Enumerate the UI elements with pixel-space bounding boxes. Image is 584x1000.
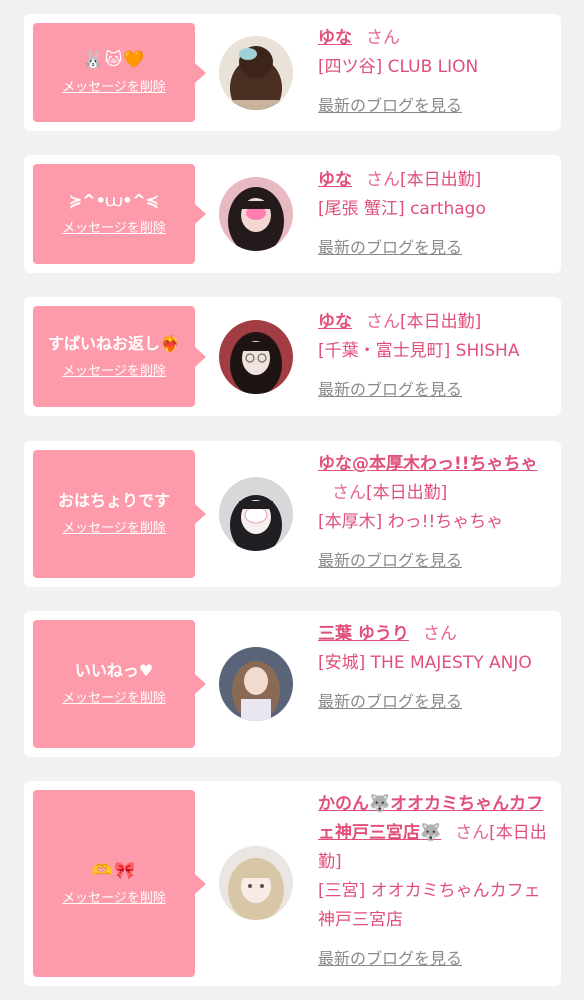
message-card: 🫶🎀 メッセージを削除 かのん🐺オオカミちゃんカフェ神戸三宮店🐺 さん[本日出勤]… [24,781,561,986]
message-text: 🫶🎀 [91,860,137,881]
girl-name-link[interactable]: ゆな [318,312,352,332]
shop-name: [安城] THE MAJESTY ANJO [318,653,532,673]
name-line: ゆな さん[本日出勤] [318,308,550,337]
name-line: かのん🐺オオカミちゃんカフェ神戸三宮店🐺 さん[本日出勤] [318,790,550,877]
girl-name-link[interactable]: ゆな [318,28,352,48]
message-bubble: すぱいねお返し❤️‍🔥 メッセージを削除 [33,306,206,407]
name-line: ゆな さん [318,24,550,53]
girl-info: ゆな さん [四ツ谷] CLUB LION 最新のブログを見る [318,24,550,121]
latest-blog-link[interactable]: 最新のブログを見る [318,233,462,262]
delete-message-link[interactable]: メッセージを削除 [62,220,166,238]
shop-name: [三宮] オオカミちゃんカフェ神戸三宮店 [318,881,541,930]
girl-name-link[interactable]: ゆな [318,170,352,190]
name-line: ゆな さん[本日出勤] [318,166,550,195]
name-line: 三葉 ゆうり さん [318,620,550,649]
avatar[interactable] [219,647,293,721]
message-card: いいねっ♥ メッセージを削除 三葉 ゆうり さん [安城] THE MAJESTY… [24,611,561,757]
avatar[interactable] [219,477,293,551]
honorific: さん [332,483,366,503]
latest-blog-link[interactable]: 最新のブログを見る [318,687,462,716]
shop-name: [千葉・富士見町] SHISHA [318,341,520,361]
message-text: ≽^•⩊•^≼ [68,191,160,210]
shop-name: [四ツ谷] CLUB LION [318,57,479,77]
avatar[interactable] [219,320,293,394]
honorific: さん [366,312,400,332]
status-badge: [本日出勤] [400,170,482,190]
message-bubble: おはちょりです メッセージを削除 [33,450,206,578]
delete-message-link[interactable]: メッセージを削除 [62,890,166,908]
girl-name-link[interactable]: 三葉 ゆうり [318,624,409,644]
message-card: おはちょりです メッセージを削除 ゆな@本厚木わっ!!ちゃちゃさん[本日出勤] … [24,441,561,587]
girl-info: 三葉 ゆうり さん [安城] THE MAJESTY ANJO 最新のブログを見る [318,620,550,717]
latest-blog-link[interactable]: 最新のブログを見る [318,375,462,404]
message-bubble: いいねっ♥ メッセージを削除 [33,620,206,748]
latest-blog-link[interactable]: 最新のブログを見る [318,944,462,973]
name-line: ゆな@本厚木わっ!!ちゃちゃさん[本日出勤] [318,450,550,508]
girl-info: ゆな@本厚木わっ!!ちゃちゃさん[本日出勤] [本厚木] わっ!!ちゃちゃ 最新… [318,450,550,576]
avatar[interactable] [219,177,293,251]
message-text: おはちょりです [57,491,170,510]
honorific: さん [455,823,490,843]
delete-message-link[interactable]: メッセージを削除 [62,520,166,538]
message-text: いいねっ♥ [74,661,154,680]
girl-name-link[interactable]: ゆな@本厚木わっ!!ちゃちゃ [318,454,538,474]
message-bubble: 🐰🐱🧡 メッセージを削除 [33,23,206,122]
message-bubble: ≽^•⩊•^≼ メッセージを削除 [33,164,206,264]
girl-info: ゆな さん[本日出勤] [尾張 蟹江] carthago 最新のブログを見る [318,166,550,263]
honorific: さん [366,28,400,48]
delete-message-link[interactable]: メッセージを削除 [62,363,166,381]
girl-info: ゆな さん[本日出勤] [千葉・富士見町] SHISHA 最新のブログを見る [318,308,550,405]
message-bubble: 🫶🎀 メッセージを削除 [33,790,206,977]
latest-blog-link[interactable]: 最新のブログを見る [318,546,462,575]
avatar[interactable] [219,36,293,110]
message-card: 🐰🐱🧡 メッセージを削除 ゆな さん [四ツ谷] CLUB LION 最新のブログ… [24,14,561,131]
delete-message-link[interactable]: メッセージを削除 [62,690,166,708]
girl-info: かのん🐺オオカミちゃんカフェ神戸三宮店🐺 さん[本日出勤] [三宮] オオカミちゃ… [318,790,550,974]
honorific: さん [422,624,457,644]
message-card: すぱいねお返し❤️‍🔥 メッセージを削除 ゆな さん[本日出勤] [千葉・富士見町… [24,297,561,416]
delete-message-link[interactable]: メッセージを削除 [62,79,166,97]
avatar[interactable] [219,846,293,920]
message-text: 🐰🐱🧡 [82,49,146,70]
shop-name: [本厚木] わっ!!ちゃちゃ [318,512,504,532]
status-badge: [本日出勤] [366,483,448,503]
message-text: すぱいねお返し❤️‍🔥 [48,333,180,353]
shop-name: [尾張 蟹江] carthago [318,199,486,219]
latest-blog-link[interactable]: 最新のブログを見る [318,91,462,120]
message-card: ≽^•⩊•^≼ メッセージを削除 ゆな さん[本日出勤] [尾張 蟹江] cart… [24,155,561,273]
honorific: さん [366,170,400,190]
status-badge: [本日出勤] [400,312,482,332]
